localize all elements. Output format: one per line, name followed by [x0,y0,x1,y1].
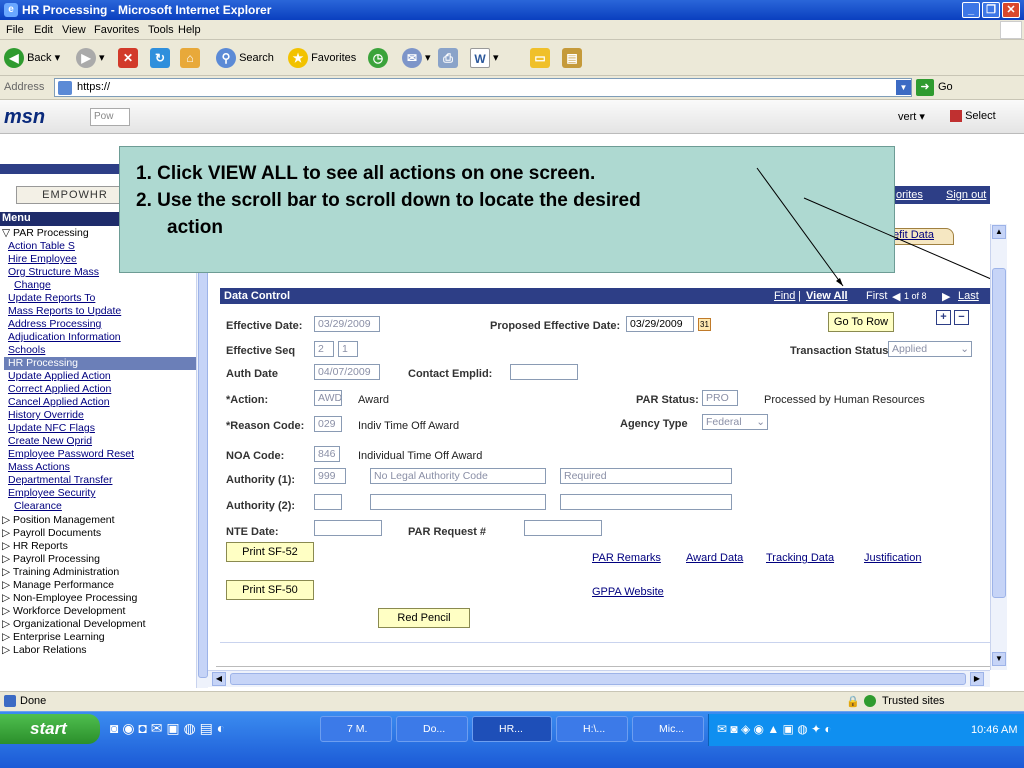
tray-icons[interactable]: ✉ ◙ ◈ ◉ ▲ ▣ ◍ ✦ ◐ [717,722,832,736]
scroll-left-icon[interactable]: ◀ [212,672,226,686]
main-horizontal-scrollbar[interactable]: ◀ ▶ [208,670,990,687]
start-button[interactable]: start [0,714,100,744]
taskbar-item-active[interactable]: HR... [472,716,552,742]
lock-icon: 🔒 [846,696,860,708]
scroll-right-icon[interactable]: ▶ [970,672,984,686]
security-zone: Trusted sites [882,695,945,707]
system-tray: ✉ ◙ ◈ ◉ ▲ ▣ ◍ ✦ ◐ 10:46 AM [708,714,1024,746]
arrowhead-view-all [836,278,843,286]
taskbar: start ◙ ◉ ◘ ✉ ▣ ◍ ▤ ◐ 7 M. Do... HR... H… [0,711,1024,768]
taskbar-item[interactable]: H:\... [556,716,628,742]
pointer-to-scrollbar [803,197,999,283]
scroll-down-icon[interactable]: ▼ [992,652,1006,666]
main-scroll-thumb[interactable] [992,268,1006,598]
callout-pointer-lines [756,167,999,287]
taskbar-item[interactable]: 7 M. [320,716,392,742]
taskbar-item[interactable]: Mic... [632,716,704,742]
pointer-to-view-all [756,167,844,287]
status-bar: Done 🔒 Trusted sites [0,691,1024,711]
main-vertical-scrollbar[interactable]: ▲ ▼ [990,224,1007,670]
done-page-icon [4,695,16,707]
h-scroll-thumb[interactable] [230,673,966,685]
trusted-check-icon [864,695,876,707]
quick-launch[interactable]: ◙ ◉ ◘ ✉ ▣ ◍ ▤ ◐ [110,720,310,740]
scroll-up-icon[interactable]: ▲ [992,225,1006,239]
taskbar-item[interactable]: Do... [396,716,468,742]
clock: 10:46 AM [971,724,1018,736]
status-text: Done [20,695,47,707]
